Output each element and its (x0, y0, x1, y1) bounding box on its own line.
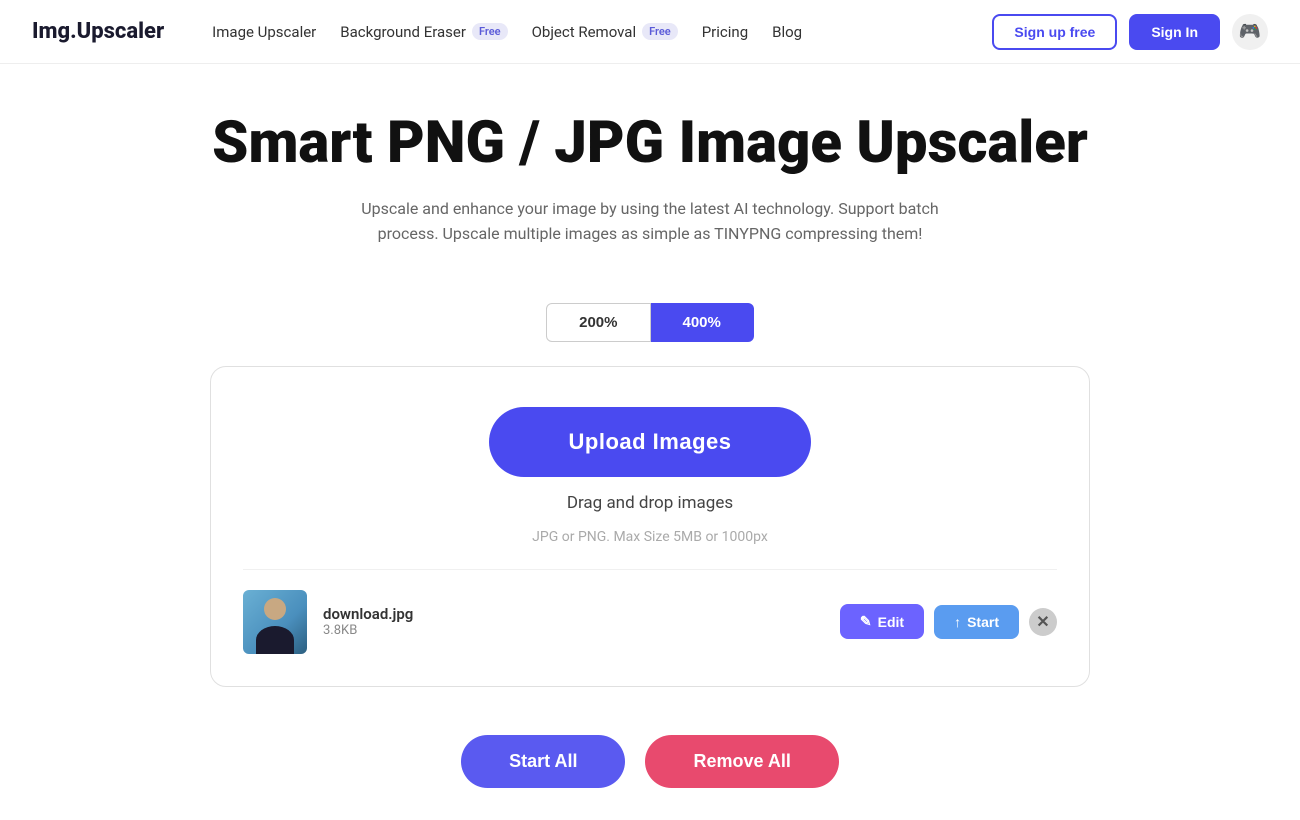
upload-container: Upload Images Drag and drop images JPG o… (210, 366, 1090, 687)
background-eraser-badge: Free (472, 23, 508, 40)
remove-all-button[interactable]: Remove All (645, 735, 838, 788)
file-thumbnail (243, 590, 307, 654)
file-info: download.jpg 3.8KB (323, 605, 824, 638)
nav-blog[interactable]: Blog (772, 23, 802, 41)
nav-actions: Sign up free Sign In 🎮 (992, 14, 1268, 50)
hero-section: Smart PNG / JPG Image Upscaler Upscale a… (0, 64, 1300, 303)
file-size: 3.8KB (323, 623, 824, 638)
start-button[interactable]: ↑ Start (934, 605, 1019, 639)
edit-icon: ✎ (860, 613, 872, 630)
hero-subtitle: Upscale and enhance your image by using … (330, 196, 970, 247)
file-actions: ✎ Edit ↑ Start ✕ (840, 604, 1057, 639)
site-logo[interactable]: Img.Upscaler (32, 19, 164, 44)
nav-background-eraser[interactable]: Background Eraser Free (340, 23, 507, 41)
upload-start-icon: ↑ (954, 614, 961, 630)
user-icon: 🎮 (1239, 21, 1261, 42)
nav-pricing[interactable]: Pricing (702, 23, 748, 41)
start-all-button[interactable]: Start All (461, 735, 625, 788)
scale-selector: 200% 400% (0, 303, 1300, 342)
nav-image-upscaler[interactable]: Image Upscaler (212, 23, 316, 41)
file-hint-label: JPG or PNG. Max Size 5MB or 1000px (532, 529, 768, 545)
table-row: download.jpg 3.8KB ✎ Edit ↑ Start ✕ (243, 590, 1057, 654)
bottom-actions: Start All Remove All (0, 719, 1300, 820)
navbar: Img.Upscaler Image Upscaler Background E… (0, 0, 1300, 64)
file-name: download.jpg (323, 605, 824, 623)
hero-title: Smart PNG / JPG Image Upscaler (20, 112, 1280, 176)
nav-links: Image Upscaler Background Eraser Free Ob… (212, 23, 960, 41)
upload-area: Upload Images Drag and drop images JPG o… (243, 407, 1057, 569)
upload-button[interactable]: Upload Images (489, 407, 812, 477)
signin-button[interactable]: Sign In (1129, 14, 1220, 50)
user-icon-button[interactable]: 🎮 (1232, 14, 1268, 50)
signup-button[interactable]: Sign up free (992, 14, 1117, 50)
file-list: download.jpg 3.8KB ✎ Edit ↑ Start ✕ (243, 569, 1057, 654)
scale-400-button[interactable]: 400% (651, 303, 754, 342)
scale-200-button[interactable]: 200% (546, 303, 650, 342)
edit-button[interactable]: ✎ Edit (840, 604, 924, 639)
nav-object-removal[interactable]: Object Removal Free (532, 23, 678, 41)
object-removal-badge: Free (642, 23, 678, 40)
drag-drop-label: Drag and drop images (567, 493, 733, 513)
remove-file-button[interactable]: ✕ (1029, 608, 1057, 636)
